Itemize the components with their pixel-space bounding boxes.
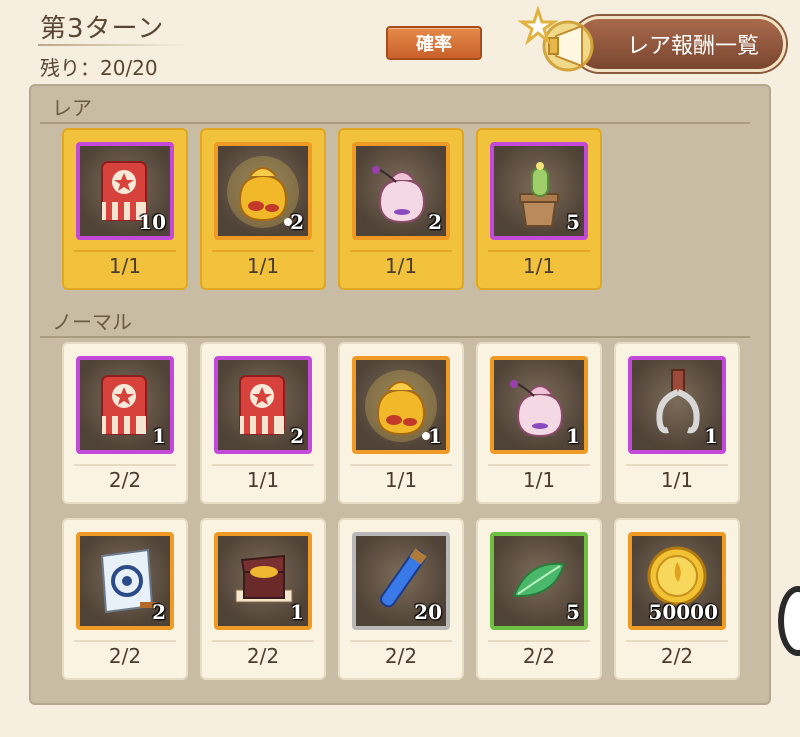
card-separator xyxy=(626,464,728,466)
item-count: 2 xyxy=(290,424,304,448)
reward-card[interactable]: 5 1/1 xyxy=(476,128,602,290)
item-frame: 2 xyxy=(76,532,174,630)
reward-card[interactable]: 1 2/2 xyxy=(62,342,188,504)
item-frame: 1 xyxy=(352,356,450,454)
rare-section-label: レア xyxy=(52,96,92,120)
item-frame: 5 xyxy=(490,532,588,630)
item-count: 2 xyxy=(152,600,166,624)
item-count: 1 xyxy=(704,424,718,448)
card-separator xyxy=(488,464,590,466)
reward-card[interactable]: 2 1/1 xyxy=(338,128,464,290)
item-ratio: 2/2 xyxy=(384,644,418,668)
item-ratio: 1/1 xyxy=(384,254,418,278)
card-separator xyxy=(212,464,314,466)
normal-section-label: ノーマル xyxy=(52,310,132,334)
item-frame: 1 xyxy=(214,532,312,630)
rare-divider xyxy=(40,122,750,124)
card-separator xyxy=(74,250,176,252)
item-ratio: 2/2 xyxy=(522,644,556,668)
item-count: 1 xyxy=(428,424,442,448)
normal-divider xyxy=(40,336,750,338)
item-count: 20 xyxy=(414,600,442,624)
item-ratio: 2/2 xyxy=(660,644,694,668)
item-count: 1 xyxy=(566,424,580,448)
item-frame: 5 xyxy=(490,142,588,240)
item-frame: 2 xyxy=(352,142,450,240)
card-separator xyxy=(350,640,452,642)
remaining-counter: 残り：20/20 xyxy=(40,56,158,80)
reward-card[interactable]: 2 1/1 xyxy=(200,128,326,290)
card-separator xyxy=(212,640,314,642)
reward-card[interactable]: 1 2/2 xyxy=(200,518,326,680)
card-separator xyxy=(350,464,452,466)
rare-rewards-label: レア報酬一覧 xyxy=(626,34,759,59)
item-ratio: 1/1 xyxy=(108,254,142,278)
item-ratio: 1/1 xyxy=(246,468,280,492)
item-count: 1 xyxy=(152,424,166,448)
reward-card[interactable]: 1 1/1 xyxy=(338,342,464,504)
item-count: 5 xyxy=(566,210,580,234)
reward-card[interactable]: 5 2/2 xyxy=(476,518,602,680)
reward-card[interactable]: 2 2/2 xyxy=(62,518,188,680)
item-count: 2 xyxy=(428,210,442,234)
reward-card[interactable]: 10 1/1 xyxy=(62,128,188,290)
scroll-handle[interactable] xyxy=(778,586,800,656)
item-frame: 10 xyxy=(76,142,174,240)
megaphone-star-icon xyxy=(517,5,594,72)
card-separator xyxy=(626,640,728,642)
item-count: 50000 xyxy=(648,600,718,624)
item-count: 1 xyxy=(290,600,304,624)
card-separator xyxy=(212,250,314,252)
item-ratio: 1/1 xyxy=(522,254,556,278)
probability-button[interactable]: 確率 xyxy=(386,26,482,60)
card-separator xyxy=(74,640,176,642)
item-frame: 20 xyxy=(352,532,450,630)
item-ratio: 1/1 xyxy=(384,468,418,492)
item-frame: 1 xyxy=(628,356,726,454)
item-ratio: 1/1 xyxy=(522,468,556,492)
card-separator xyxy=(488,640,590,642)
reward-card[interactable]: 20 2/2 xyxy=(338,518,464,680)
item-ratio: 1/1 xyxy=(660,468,694,492)
card-separator xyxy=(488,250,590,252)
item-count: 10 xyxy=(138,210,166,234)
item-ratio: 2/2 xyxy=(108,644,142,668)
turn-title: 第3ターン xyxy=(40,14,165,44)
item-frame: 2 xyxy=(214,142,312,240)
reward-card[interactable]: 50000 2/2 xyxy=(614,518,740,680)
item-count: 2 xyxy=(290,210,304,234)
item-ratio: 2/2 xyxy=(246,644,280,668)
item-count: 5 xyxy=(566,600,580,624)
reward-card[interactable]: 2 1/1 xyxy=(200,342,326,504)
item-frame: 2 xyxy=(214,356,312,454)
item-ratio: 2/2 xyxy=(108,468,142,492)
item-frame: 50000 xyxy=(628,532,726,630)
card-separator xyxy=(74,464,176,466)
reward-card[interactable]: 1 1/1 xyxy=(476,342,602,504)
card-separator xyxy=(350,250,452,252)
item-frame: 1 xyxy=(76,356,174,454)
item-frame: 1 xyxy=(490,356,588,454)
title-underline xyxy=(38,44,188,46)
item-ratio: 1/1 xyxy=(246,254,280,278)
reward-card[interactable]: 1 1/1 xyxy=(614,342,740,504)
